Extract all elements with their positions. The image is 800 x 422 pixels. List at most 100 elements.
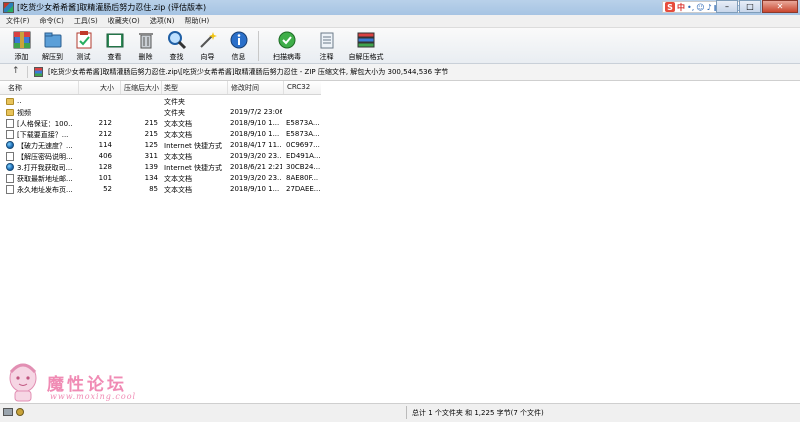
file-size: 101	[98, 174, 112, 182]
wizard-button[interactable]: 向导	[192, 28, 223, 64]
file-packed-size: 215	[144, 119, 158, 127]
view-label: 查看	[107, 53, 122, 61]
file-type: Internet 快捷方式	[164, 164, 223, 172]
shield-scan-icon	[277, 30, 297, 50]
internet-shortcut-icon	[6, 141, 14, 149]
column-packed-size[interactable]: 压缩后大小	[124, 83, 159, 93]
text-document-icon	[6, 185, 14, 194]
file-packed-size: 311	[144, 152, 158, 160]
file-packed-size: 134	[144, 174, 158, 182]
file-type: 文本文档	[164, 131, 192, 139]
column-modified[interactable]: 修改时间	[231, 83, 259, 93]
file-row[interactable]: .. 文件夹	[0, 96, 321, 107]
key-icon[interactable]	[16, 408, 24, 416]
view-button[interactable]: 查看	[99, 28, 130, 64]
file-row[interactable]: 永久地址发布页... 52 85 文本文档 2018/9/10 1... 27D…	[0, 184, 321, 195]
menu-tools[interactable]: 工具(S)	[68, 15, 102, 27]
column-name[interactable]: 名称	[8, 83, 22, 93]
sfx-button[interactable]: 自解压格式	[342, 28, 390, 64]
column-crc32[interactable]: CRC32	[287, 83, 310, 91]
up-arrow-icon[interactable]: ↑	[12, 66, 20, 76]
text-document-icon	[6, 152, 14, 161]
file-type: 文本文档	[164, 186, 192, 194]
menu-file[interactable]: 文件(F)	[0, 15, 34, 27]
scan-virus-label: 扫描病毒	[273, 53, 301, 61]
delete-label: 删除	[138, 53, 153, 61]
add-archive-icon	[12, 30, 32, 50]
file-size: 406	[98, 152, 112, 160]
magnifier-icon	[167, 30, 187, 50]
winrar-app-icon	[3, 2, 14, 13]
file-row[interactable]: 【破力无速度？... 114 125 Internet 快捷方式 2018/4/…	[0, 140, 321, 151]
file-size: 212	[98, 130, 112, 138]
menu-favorites[interactable]: 收藏夹(O)	[102, 15, 144, 27]
punctuation-icon[interactable]: •,	[687, 3, 694, 12]
test-clipboard-icon	[74, 30, 94, 50]
text-document-icon	[6, 174, 14, 183]
extract-to-button[interactable]: 解压到	[37, 28, 68, 64]
file-modified: 2018/9/10 1...	[230, 130, 280, 138]
file-row[interactable]: 获取最新地址邮... 101 134 文本文档 2019/3/20 23... …	[0, 173, 321, 184]
folder-icon	[6, 109, 14, 116]
microphone-icon[interactable]: ♪	[707, 3, 712, 12]
column-divider	[227, 81, 228, 94]
scan-virus-button[interactable]: 扫描病毒	[263, 28, 311, 64]
text-document-icon	[6, 130, 14, 139]
view-book-icon	[105, 30, 125, 50]
toolbar: 添加 解压到 测试 查看 删除 查找 向导 信息 扫描病毒 注释 自解压格式	[0, 28, 800, 64]
column-divider	[78, 81, 79, 94]
find-label: 查找	[169, 53, 184, 61]
file-crc: 27DAEE...	[286, 185, 320, 193]
delete-button[interactable]: 删除	[130, 28, 161, 64]
info-label: 信息	[231, 53, 246, 61]
minimize-button[interactable]: –	[716, 0, 738, 13]
menu-options[interactable]: 选项(N)	[144, 15, 179, 27]
file-name: [下载要直接？...	[17, 131, 69, 139]
title-bar: [吃货少女希希酱]取精灌肠后努力忍住.zip (评估版本) S 中 •, ☺ ♪…	[0, 0, 800, 16]
file-list[interactable]: 名称 大小 压缩后大小 类型 修改时间 CRC32 .. 文件夹 视频 文件夹 …	[0, 81, 800, 403]
test-label: 测试	[76, 53, 91, 61]
close-button[interactable]: ✕	[762, 0, 798, 13]
info-button[interactable]: 信息	[223, 28, 254, 64]
archive-path[interactable]: [吃货少女希希酱]取精灌肠后努力忍住.zip\[吃货少女希希酱]取精灌肠后努力忍…	[48, 67, 448, 77]
status-divider	[406, 406, 407, 419]
file-packed-size: 125	[144, 141, 158, 149]
test-button[interactable]: 测试	[68, 28, 99, 64]
file-row[interactable]: 3.打开我获取司... 128 139 Internet 快捷方式 2018/6…	[0, 162, 321, 173]
file-crc: 0C9697...	[286, 141, 320, 149]
comment-button[interactable]: 注释	[311, 28, 342, 64]
menu-commands[interactable]: 命令(C)	[34, 15, 68, 27]
file-modified: 2018/9/10 1...	[230, 185, 280, 193]
zip-archive-icon	[34, 67, 43, 77]
column-divider	[161, 81, 162, 94]
menu-help[interactable]: 帮助(H)	[178, 15, 213, 27]
find-button[interactable]: 查找	[161, 28, 192, 64]
sogou-logo-icon[interactable]: S	[665, 2, 675, 12]
drive-icon[interactable]	[3, 408, 13, 416]
column-header: 名称 大小 压缩后大小 类型 修改时间 CRC32	[0, 81, 321, 95]
file-crc: 30CB24...	[286, 163, 320, 171]
extract-to-label: 解压到	[42, 53, 63, 61]
maximize-button[interactable]: □	[739, 0, 761, 13]
file-row[interactable]: [下载要直接？... 212 215 文本文档 2018/9/10 1... E…	[0, 129, 321, 140]
watermark-mascot-image	[6, 360, 40, 402]
column-size[interactable]: 大小	[100, 83, 114, 93]
file-size: 212	[98, 119, 112, 127]
file-type: 文本文档	[164, 153, 192, 161]
extract-folder-icon	[43, 30, 63, 50]
status-bar: 总计 1 个文件夹 和 1,225 字节(7 个文件)	[0, 403, 800, 422]
file-size: 114	[98, 141, 112, 149]
file-packed-size: 139	[144, 163, 158, 171]
file-row[interactable]: [人格保证：100... 212 215 文本文档 2018/9/10 1...…	[0, 118, 321, 129]
emoji-icon[interactable]: ☺	[696, 3, 704, 12]
file-type: 文本文档	[164, 120, 192, 128]
ime-mode-indicator[interactable]: 中	[677, 2, 685, 13]
file-row[interactable]: 视频 文件夹 2019/7/2 23:06	[0, 107, 321, 118]
file-row[interactable]: 【解压密码说明... 406 311 文本文档 2019/3/20 23... …	[0, 151, 321, 162]
file-crc: E5873A...	[286, 119, 320, 127]
add-button[interactable]: 添加	[6, 28, 37, 64]
column-type[interactable]: 类型	[164, 83, 178, 93]
file-type: 文本文档	[164, 175, 192, 183]
window-title: [吃货少女希希酱]取精灌肠后努力忍住.zip (评估版本)	[17, 3, 207, 12]
folder-icon	[6, 98, 14, 105]
